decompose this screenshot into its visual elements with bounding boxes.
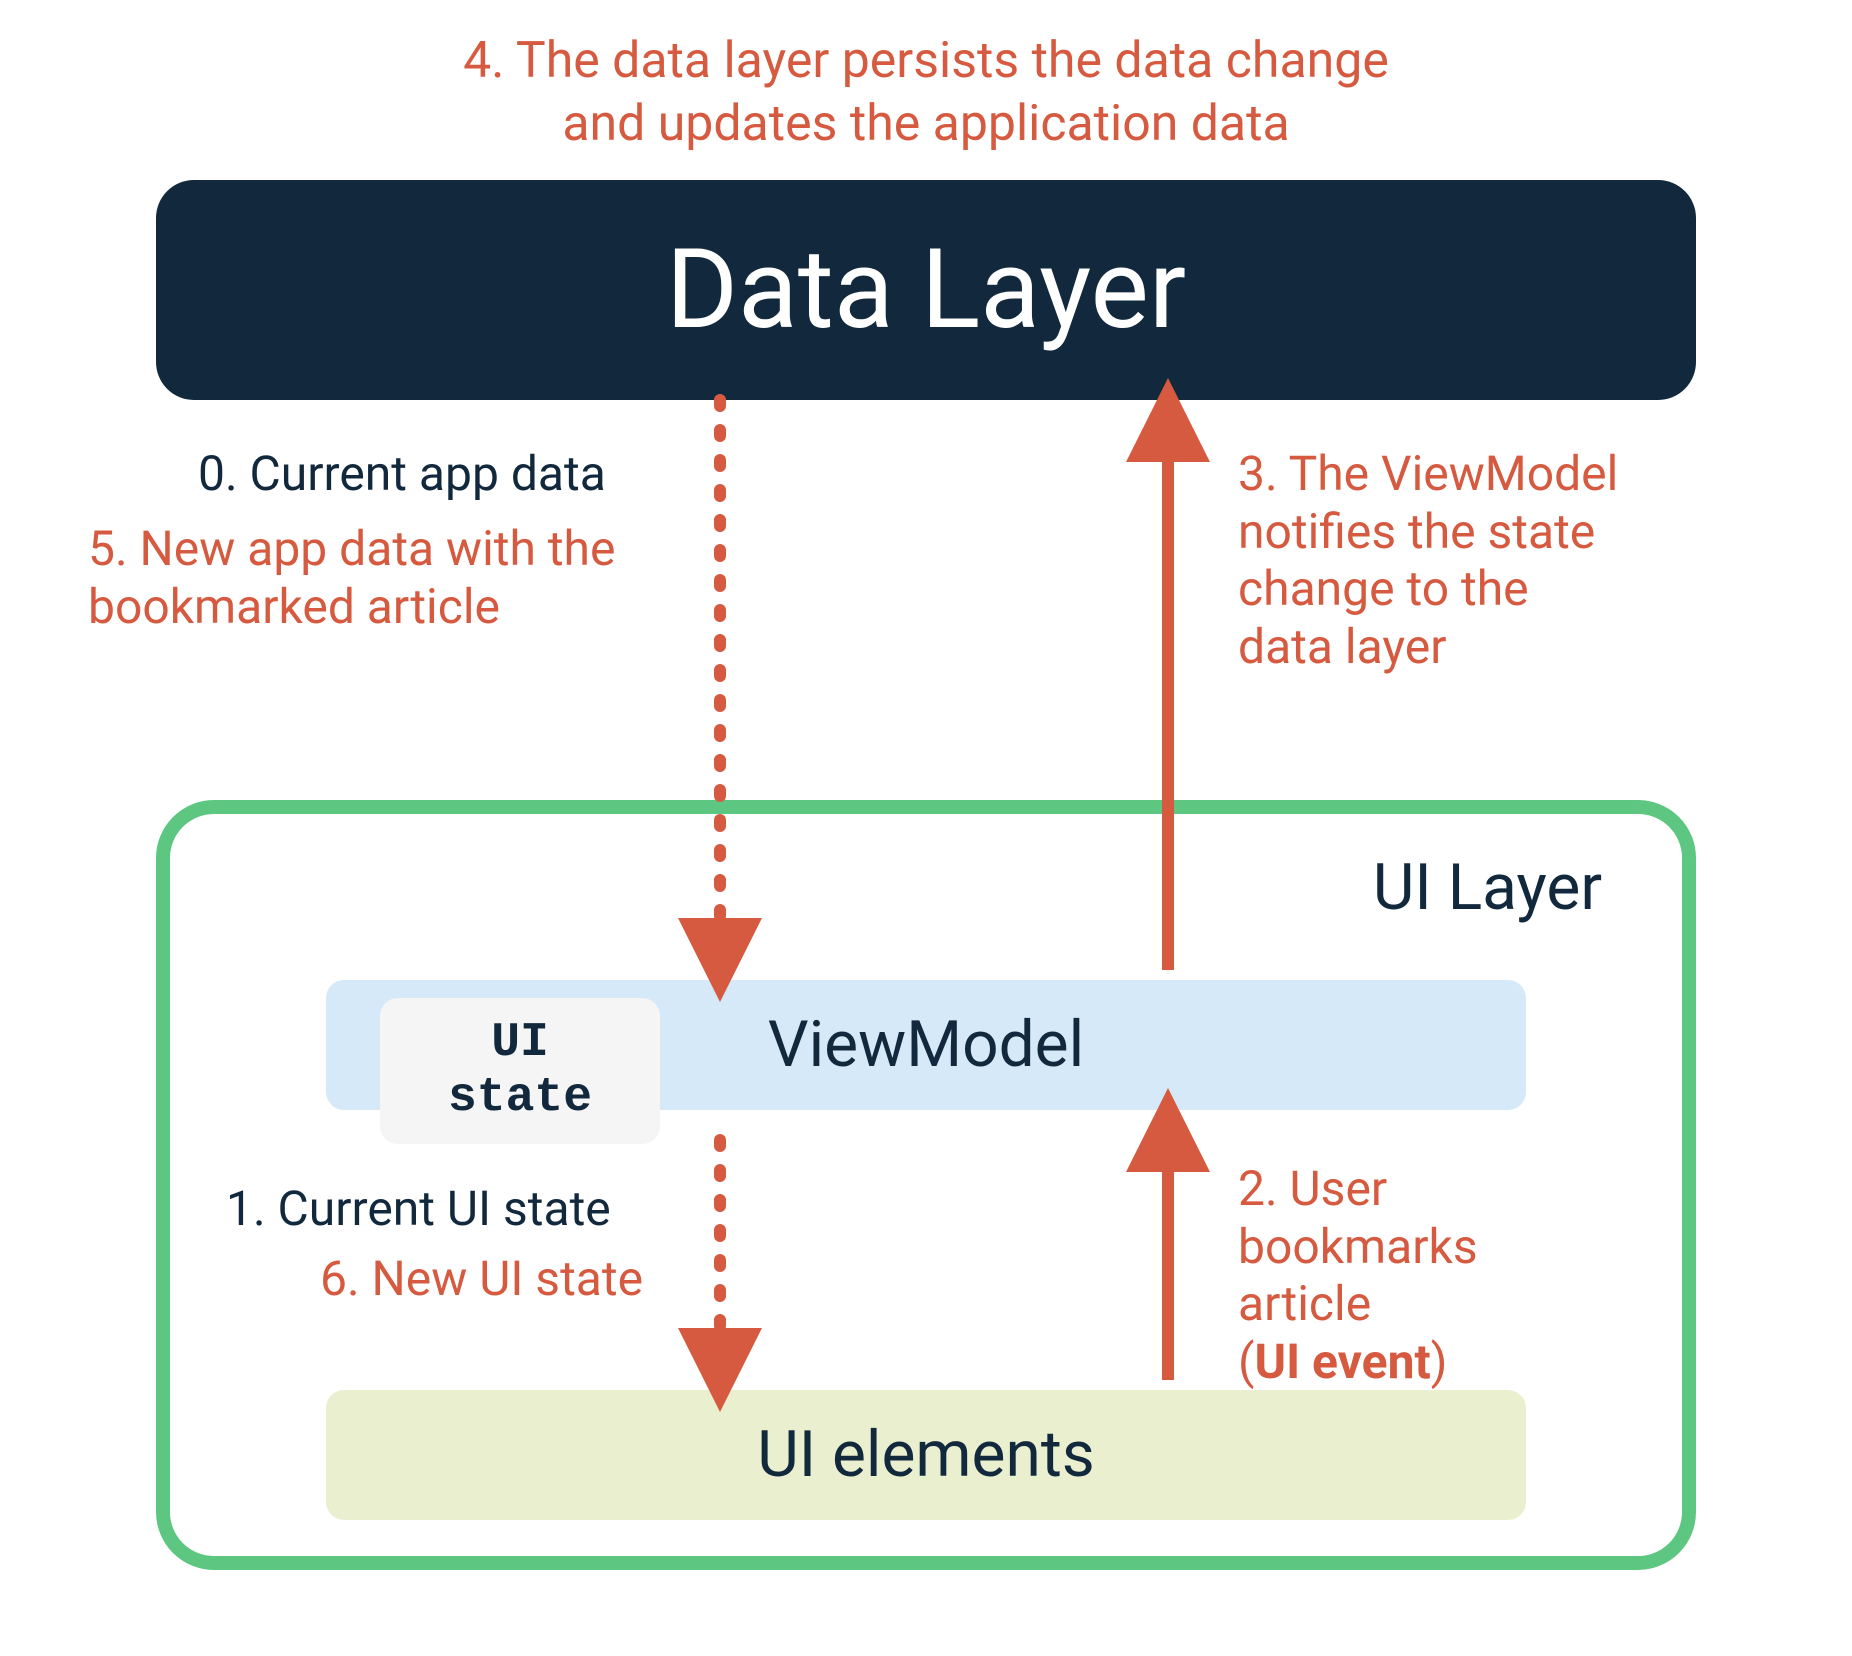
annotation-step-2: 2. User bookmarks article (UI event) — [1238, 1160, 1638, 1390]
ui-elements-label: UI elements — [757, 1417, 1095, 1492]
annotation-step-2-line3: article — [1238, 1275, 1371, 1332]
annotation-step-3-line3: change to the — [1238, 560, 1529, 617]
data-layer-box: Data Layer — [156, 180, 1696, 400]
data-layer-label: Data Layer — [666, 225, 1186, 354]
annotation-step-4-line2: and updates the application data — [562, 95, 1289, 153]
ui-elements-box: UI elements — [326, 1390, 1526, 1520]
ui-layer-label: UI Layer — [1373, 850, 1602, 925]
ui-state-line1: UI — [491, 1016, 549, 1070]
annotation-step-2-line1: 2. User — [1238, 1160, 1387, 1217]
ui-state-line2: state — [448, 1071, 592, 1125]
annotation-step-3-line4: data layer — [1238, 618, 1446, 675]
annotation-step-4-line1: 4. The data layer persists the data chan… — [463, 32, 1389, 90]
annotation-step-3-line2: notifies the state — [1238, 503, 1595, 560]
annotation-step-3: 3. The ViewModel notifies the state chan… — [1238, 445, 1738, 675]
annotation-step-0: 0. Current app data — [198, 445, 606, 502]
annotation-step-5-line2: bookmarked article — [88, 578, 500, 635]
annotation-step-2-line2: bookmarks — [1238, 1218, 1478, 1275]
annotation-step-4: 4. The data layer persists the data chan… — [226, 30, 1626, 155]
annotation-step-5-line1: 5. New app data with the — [88, 520, 615, 577]
annotation-step-3-line1: 3. The ViewModel — [1238, 445, 1618, 502]
annotation-step-5: 5. New app data with the bookmarked arti… — [88, 520, 708, 635]
ui-state-pill: UI state — [380, 998, 660, 1144]
annotation-step-1: 1. Current UI state — [226, 1180, 611, 1237]
viewmodel-label: ViewModel — [768, 1007, 1084, 1082]
annotation-step-6: 6. New UI state — [320, 1250, 643, 1307]
annotation-step-2-line4: (UI event) — [1238, 1333, 1447, 1390]
